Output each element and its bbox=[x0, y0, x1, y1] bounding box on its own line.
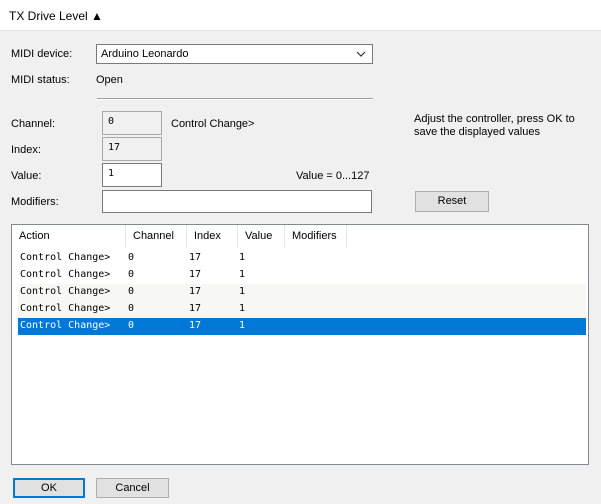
value-value: 1 bbox=[108, 168, 115, 179]
cell-action: Control Change> bbox=[20, 303, 111, 314]
column-header-index[interactable]: Index bbox=[187, 225, 238, 247]
column-header-action[interactable]: Action bbox=[12, 225, 126, 247]
cell-index: 17 bbox=[189, 303, 202, 314]
cell-action: Control Change> bbox=[20, 286, 111, 297]
index-field[interactable]: 17 bbox=[102, 137, 162, 161]
cell-value: 1 bbox=[239, 303, 246, 314]
cancel-button[interactable]: Cancel bbox=[96, 478, 169, 498]
table-row[interactable]: Control Change> 0 17 1 bbox=[18, 318, 586, 335]
ok-button-label: OK bbox=[41, 482, 57, 494]
index-label: Index: bbox=[11, 144, 41, 156]
chevron-down-icon[interactable] bbox=[356, 48, 366, 60]
cell-value: 1 bbox=[239, 286, 246, 297]
hint-text-line2: save the displayed values bbox=[414, 126, 540, 138]
cell-index: 17 bbox=[189, 286, 202, 297]
mapping-list[interactable]: Action Channel Index Value Modifiers Con… bbox=[11, 224, 589, 465]
cell-value: 1 bbox=[239, 252, 246, 263]
cell-value: 1 bbox=[239, 320, 246, 331]
separator bbox=[97, 98, 373, 100]
title-bar: TX Drive Level ▲ bbox=[0, 0, 601, 31]
cell-action: Control Change> bbox=[20, 269, 111, 280]
cancel-button-label: Cancel bbox=[115, 482, 150, 494]
modifiers-field[interactable] bbox=[102, 190, 372, 213]
channel-value: 0 bbox=[108, 116, 115, 127]
reset-button-label: Reset bbox=[437, 195, 467, 207]
cell-index: 17 bbox=[189, 320, 202, 331]
message-type-text: Control Change> bbox=[171, 118, 255, 130]
column-header-channel[interactable]: Channel bbox=[126, 225, 187, 247]
midi-status-label: MIDI status: bbox=[11, 74, 70, 86]
value-field[interactable]: 1 bbox=[102, 163, 162, 187]
column-header-modifiers[interactable]: Modifiers bbox=[285, 225, 347, 247]
ok-button[interactable]: OK bbox=[13, 478, 85, 498]
channel-field[interactable]: 0 bbox=[102, 111, 162, 135]
hint-text-line1: Adjust the controller, press OK to bbox=[414, 113, 575, 125]
value-range-text: Value = 0...127 bbox=[296, 170, 370, 182]
table-row[interactable]: Control Change> 0 17 1 bbox=[18, 284, 586, 301]
reset-button[interactable]: Reset bbox=[415, 191, 489, 212]
index-value: 17 bbox=[108, 142, 121, 153]
cell-channel: 0 bbox=[128, 269, 135, 280]
column-header-value[interactable]: Value bbox=[238, 225, 285, 247]
list-header: Action Channel Index Value Modifiers bbox=[12, 225, 588, 247]
table-row[interactable]: Control Change> 0 17 1 bbox=[18, 267, 586, 284]
modifiers-label: Modifiers: bbox=[11, 196, 59, 208]
midi-device-value: Arduino Leonardo bbox=[101, 48, 189, 60]
cell-channel: 0 bbox=[128, 320, 135, 331]
cell-channel: 0 bbox=[128, 303, 135, 314]
cell-action: Control Change> bbox=[20, 252, 111, 263]
channel-label: Channel: bbox=[11, 118, 56, 130]
cell-channel: 0 bbox=[128, 252, 135, 263]
window-title: TX Drive Level ▲ bbox=[9, 9, 103, 23]
midi-device-dropdown[interactable]: Arduino Leonardo bbox=[96, 44, 373, 64]
midi-device-label: MIDI device: bbox=[11, 48, 73, 60]
cell-channel: 0 bbox=[128, 286, 135, 297]
cell-value: 1 bbox=[239, 269, 246, 280]
table-row[interactable]: Control Change> 0 17 1 bbox=[18, 250, 586, 267]
cell-action: Control Change> bbox=[20, 320, 111, 331]
table-row[interactable]: Control Change> 0 17 1 bbox=[18, 301, 586, 318]
cell-index: 17 bbox=[189, 269, 202, 280]
midi-status-value: Open bbox=[96, 74, 123, 86]
cell-index: 17 bbox=[189, 252, 202, 263]
value-label: Value: bbox=[11, 170, 42, 182]
